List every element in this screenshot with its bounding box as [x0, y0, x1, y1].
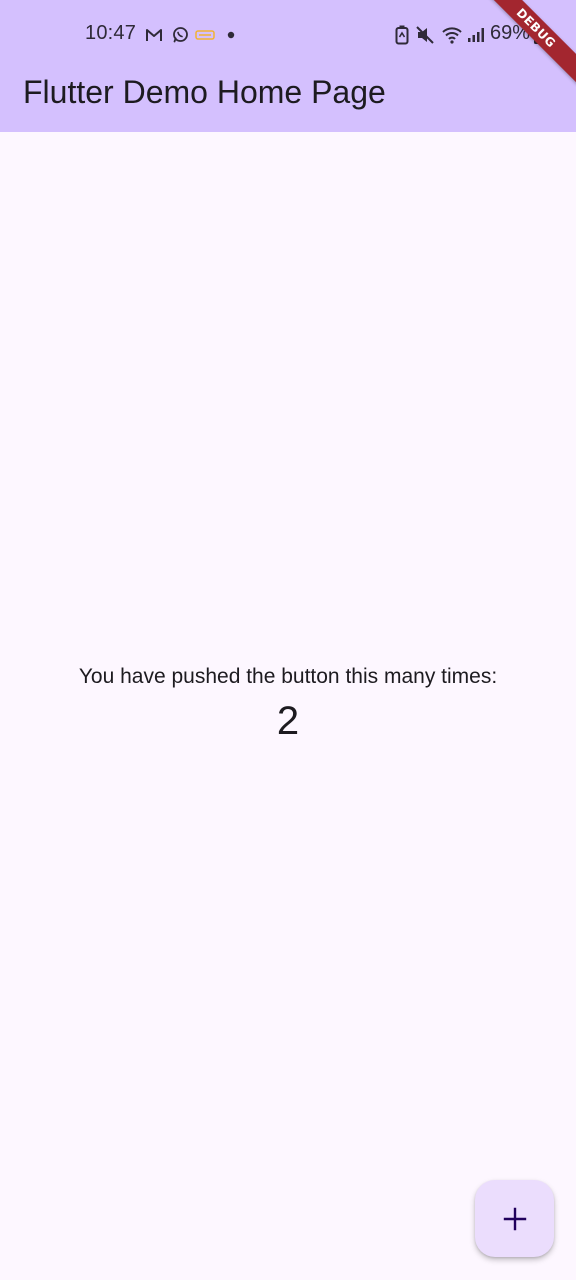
- signal-icon: [466, 24, 486, 46]
- page-title: Flutter Demo Home Page: [23, 74, 386, 110]
- whatsapp-icon: [170, 24, 190, 46]
- status-time: 10:47: [85, 22, 137, 44]
- battery-saver-icon: [394, 24, 410, 46]
- increment-button[interactable]: [475, 1180, 554, 1257]
- dot-icon: [226, 24, 236, 46]
- app-notification-icon: [195, 24, 215, 46]
- app-bar: 10:47 69% Flutter Demo Home Page: [0, 0, 576, 132]
- counter-label: You have pushed the button this many tim…: [78, 665, 498, 688]
- wifi-icon: [440, 24, 464, 46]
- gmail-icon: [144, 24, 164, 46]
- app-screen: 10:47 69% Flutter Demo Home Page DEBUG Y…: [0, 0, 576, 1280]
- mute-icon: [414, 24, 436, 46]
- status-bar: 10:47 69%: [0, 0, 576, 70]
- add-icon: [503, 1207, 526, 1230]
- counter-value: 2: [276, 699, 300, 743]
